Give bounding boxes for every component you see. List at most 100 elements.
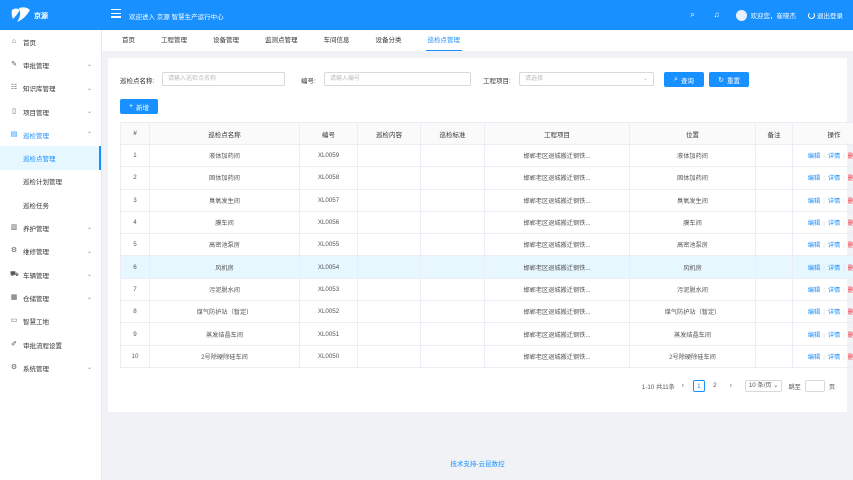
- delete-link[interactable]: 删除: [848, 153, 853, 160]
- edit-link[interactable]: 编辑: [808, 354, 820, 361]
- cell-actions: 编辑|详情|删除: [792, 188, 853, 212]
- sidebar-item-1[interactable]: ✎ 审批管理 ⌄: [0, 53, 101, 76]
- sidebar-item-11[interactable]: ⚙ 系统管理 ⌄: [0, 356, 101, 379]
- reset-button[interactable]: ↻ 重置: [709, 72, 749, 87]
- detail-link[interactable]: 详情: [828, 242, 840, 249]
- table-row[interactable]: 2固体加药间XL0058邯郸老区退城搬迁钢铁...固体加药间编辑|详情|删除: [120, 166, 853, 190]
- avatar[interactable]: [735, 9, 747, 21]
- chevron-down-icon: ⌄: [86, 225, 92, 232]
- detail-link[interactable]: 详情: [828, 354, 840, 361]
- detail-link[interactable]: 详情: [828, 287, 840, 294]
- sidebar-item-9[interactable]: ▭ 智慧工地: [0, 310, 101, 333]
- table-row[interactable]: 7污泥脱水间XL0053邯郸老区退城搬迁钢铁...污泥脱水间编辑|详情|删除: [120, 277, 853, 302]
- logout-button[interactable]: 退出登录: [808, 10, 843, 20]
- jump-page-input[interactable]: [804, 380, 825, 392]
- project-select[interactable]: 请选择 ⌄: [519, 72, 654, 86]
- sidebar-item-4[interactable]: ▤ 巡检管理 ⌃: [0, 123, 101, 146]
- add-button[interactable]: + 新增: [120, 99, 158, 114]
- tab-5[interactable]: 设备分类: [370, 30, 408, 51]
- search-button-label: 查询: [680, 77, 694, 85]
- detail-link[interactable]: 详情: [828, 198, 840, 205]
- cell-remark: [755, 255, 793, 279]
- sidebar-subitem-0[interactable]: 巡检点管理: [0, 146, 101, 171]
- edit-link[interactable]: 编辑: [808, 265, 820, 272]
- edit-link[interactable]: 编辑: [808, 175, 820, 182]
- table-row[interactable]: 5高密池泵房XL0055邯郸老区退城搬迁钢铁...高密池泵房编辑|详情|删除: [120, 233, 853, 257]
- search-icon[interactable]: ⌕: [688, 10, 698, 20]
- sidebar-item-0[interactable]: ⌂ 首页: [0, 30, 101, 53]
- cell-location: 高密池泵房: [629, 233, 756, 257]
- edit-link[interactable]: 编辑: [808, 242, 820, 249]
- table-row[interactable]: 6风机房XL0054邯郸老区退城搬迁钢铁...风机房编辑|详情|删除: [120, 255, 853, 279]
- tab-3[interactable]: 监测点管理: [259, 30, 304, 51]
- edit-link[interactable]: 编辑: [808, 287, 820, 294]
- edit-link[interactable]: 编辑: [808, 309, 820, 316]
- table-row[interactable]: 10 2号除硬除硅车间 XL0050 邯郸老区退城搬迁钢铁... 2号除硬除硅车间 编辑 |…: [120, 344, 853, 368]
- delete-link[interactable]: 删除: [848, 175, 853, 182]
- detail-link[interactable]: 详情: [828, 175, 840, 182]
- table-row[interactable]: 1液体加药间XL0059邯郸老区退城搬迁钢铁...液体加药间编辑|详情|删除: [120, 143, 853, 168]
- delete-link[interactable]: 删除: [848, 198, 853, 205]
- next-page-icon[interactable]: ›: [725, 380, 737, 392]
- tab-1[interactable]: 工程管理: [155, 30, 193, 51]
- delete-link[interactable]: 删除: [848, 265, 853, 272]
- home-icon: ⌂: [11, 37, 17, 45]
- sidebar-subitem-2[interactable]: 巡检任务: [0, 193, 101, 216]
- delete-link[interactable]: 删除: [848, 220, 853, 227]
- cell-code: XL0051: [299, 322, 358, 346]
- sidebar-item-6[interactable]: ⚙ 维修管理 ⌄: [0, 240, 101, 263]
- tab-6[interactable]: 巡检点管理: [422, 30, 467, 51]
- logo[interactable]: 京源: [10, 6, 60, 24]
- sidebar-item-label: 维修管理: [23, 249, 49, 257]
- edit-link[interactable]: 编辑: [808, 198, 820, 205]
- repair-icon: ⚙: [10, 247, 18, 255]
- table-row[interactable]: 4膜车间XL0056邯郸老区退城搬迁钢铁...膜车间编辑|详情|删除: [120, 210, 853, 235]
- table-row[interactable]: 8 煤气防护站（暂定） XL0052 邯郸老区退城搬迁钢铁... 煤气防护站（暂定） 编辑…: [120, 300, 853, 324]
- add-button-label: 新增: [136, 104, 150, 112]
- tab-2[interactable]: 设备管理: [207, 30, 245, 51]
- detail-link[interactable]: 详情: [828, 153, 840, 160]
- edit-link[interactable]: 编辑: [808, 153, 820, 160]
- detail-link[interactable]: 详情: [828, 265, 840, 272]
- delete-link[interactable]: 删除: [848, 309, 853, 316]
- prev-page-icon[interactable]: ‹: [677, 380, 689, 392]
- sidebar-item-3[interactable]: ▯ 项目管理 ⌄: [0, 100, 101, 123]
- sidebar-subitem-1[interactable]: 巡检计划管理: [0, 170, 101, 193]
- detail-link[interactable]: 详情: [828, 220, 840, 227]
- chevron-down-icon: ⌄: [86, 271, 92, 278]
- bell-icon[interactable]: ♫: [712, 10, 722, 20]
- name-search-input[interactable]: 请输入巡检点名称: [162, 72, 285, 86]
- cell-name: 高密池泵房: [149, 233, 300, 257]
- cell-remark: [755, 277, 793, 302]
- delete-link[interactable]: 删除: [848, 354, 853, 361]
- sidebar-item-7[interactable]: ⛟ 车辆管理 ⌄: [0, 263, 101, 286]
- detail-link[interactable]: 详情: [828, 309, 840, 316]
- menu-toggle-icon[interactable]: [111, 9, 121, 19]
- cell-location: 煤气防护站（暂定）: [629, 300, 756, 324]
- code-search-input[interactable]: 请输入编号: [324, 72, 471, 86]
- chevron-down-icon: ⌄: [642, 76, 648, 82]
- detail-link[interactable]: 详情: [828, 332, 840, 339]
- sidebar-item-8[interactable]: ▦ 仓储管理 ⌄: [0, 286, 101, 309]
- table-row[interactable]: 9蒸发结晶车间XL0051邯郸老区退城搬迁钢铁...蒸发结晶车间编辑|详情|删除: [120, 322, 853, 346]
- delete-link[interactable]: 删除: [848, 287, 853, 294]
- footer-support[interactable]: 技术支持-云昆数控: [102, 458, 853, 468]
- delete-link[interactable]: 删除: [848, 332, 853, 339]
- page-size-select[interactable]: 10 条/页 ⌄: [744, 380, 783, 392]
- page-2[interactable]: 2: [709, 380, 721, 392]
- table-row[interactable]: 3臭氧发生间XL0057邯郸老区退城搬迁钢铁...臭氧发生间编辑|详情|删除: [120, 188, 853, 212]
- cell-code: XL0053: [299, 277, 358, 302]
- search-button[interactable]: ⌕ 查询: [664, 72, 704, 87]
- sidebar-item-5[interactable]: ▥ 养护管理 ⌄: [0, 216, 101, 239]
- sidebar-item-2[interactable]: ☷ 知识库管理 ⌄: [0, 77, 101, 100]
- edit-link[interactable]: 编辑: [808, 220, 820, 227]
- edit-link[interactable]: 编辑: [808, 332, 820, 339]
- delete-link[interactable]: 删除: [848, 242, 853, 249]
- cell-location: 蒸发结晶车间: [629, 322, 756, 346]
- user-greeting[interactable]: 欢迎您，崔晓杰: [751, 10, 797, 20]
- tab-0[interactable]: 首页: [116, 30, 141, 51]
- tab-4[interactable]: 车间信息: [318, 30, 356, 51]
- sidebar-item-label: 审批管理: [23, 62, 49, 70]
- page-1[interactable]: 1: [692, 380, 705, 392]
- sidebar-item-10[interactable]: ✐ 审批流程设置: [0, 333, 101, 356]
